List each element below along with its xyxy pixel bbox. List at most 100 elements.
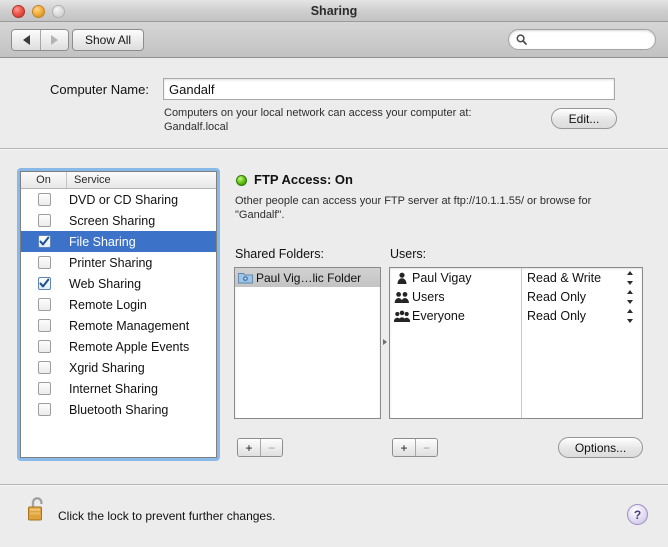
shared-folders-label: Shared Folders: (235, 247, 324, 261)
status-description: Other people can access your FTP server … (235, 194, 643, 222)
service-checkbox-cell (21, 235, 67, 248)
service-row[interactable]: File Sharing (21, 231, 216, 252)
search-field[interactable] (508, 29, 656, 50)
users-label: Users: (390, 247, 427, 261)
checkbox-checked-icon[interactable] (37, 277, 51, 290)
search-input[interactable] (531, 31, 643, 48)
service-list[interactable]: On Service DVD or CD Sharing Screen Shari… (20, 171, 217, 458)
service-checkbox-cell (21, 277, 67, 290)
service-checkbox-cell (21, 319, 67, 332)
service-label: Bluetooth Sharing (69, 402, 169, 417)
checkbox-unchecked-icon[interactable] (37, 340, 51, 353)
edit-button[interactable]: Edit... (551, 108, 617, 129)
service-label: Printer Sharing (69, 255, 153, 270)
permission-stepper-icon[interactable] (626, 309, 634, 323)
shared-folder-label: Paul Vig…lic Folder (256, 270, 362, 285)
user-row[interactable]: Paul Vigay Read & Write (390, 268, 642, 287)
search-icon (516, 34, 527, 45)
remove-shared-folder-button[interactable]: − (260, 439, 282, 456)
users-rows: Paul Vigay Read & Write Users Read Only Ever… (390, 268, 642, 325)
service-label: Remote Login (69, 297, 147, 312)
service-row[interactable]: Remote Apple Events (21, 336, 216, 357)
bottom-separator-highlight (0, 485, 668, 486)
single-user-icon (394, 271, 412, 285)
sharing-preference-window: Sharing Show All Computer Name: Gandalf … (0, 0, 668, 547)
top-separator-highlight (0, 149, 668, 150)
service-checkbox-cell (21, 256, 67, 269)
window-title: Sharing (310, 4, 358, 18)
navigation-buttons (11, 29, 69, 51)
window-titlebar: Sharing (0, 0, 668, 22)
status-title: FTP Access: On (254, 172, 353, 187)
service-checkbox-cell (21, 193, 67, 206)
service-row[interactable]: Bluetooth Sharing (21, 399, 216, 420)
status-description-line2: "Gandalf". (235, 209, 285, 221)
shared-folders-list[interactable]: Paul Vig…lic Folder (234, 267, 381, 419)
service-list-header: On Service (21, 172, 216, 189)
computer-name-field[interactable] (163, 78, 615, 100)
service-row[interactable]: Internet Sharing (21, 378, 216, 399)
splitter-handle-icon[interactable] (383, 339, 387, 345)
forward-arrow-icon (51, 35, 58, 45)
remove-user-button[interactable]: − (415, 439, 437, 456)
add-user-button[interactable]: + (393, 439, 415, 456)
column-header-on: On (21, 172, 67, 188)
checkbox-checked-icon[interactable] (37, 235, 51, 248)
checkbox-unchecked-icon[interactable] (37, 403, 51, 416)
lock-instruction-text: Click the lock to prevent further change… (58, 509, 276, 523)
help-button[interactable]: ? (627, 504, 648, 525)
checkbox-unchecked-icon[interactable] (37, 256, 51, 269)
toolbar: Show All (0, 22, 668, 58)
service-label: Internet Sharing (69, 381, 158, 396)
checkbox-unchecked-icon[interactable] (37, 319, 51, 332)
service-label: DVD or CD Sharing (69, 192, 179, 207)
checkbox-unchecked-icon[interactable] (37, 298, 51, 311)
service-row[interactable]: Remote Login (21, 294, 216, 315)
status-description-line1: Other people can access your FTP server … (235, 195, 592, 207)
service-rows: DVD or CD Sharing Screen Sharing File Shar… (21, 189, 216, 420)
back-button[interactable] (12, 30, 40, 50)
permission-stepper-icon[interactable] (626, 271, 634, 285)
permission-popup[interactable]: Read & Write (522, 271, 642, 285)
add-shared-folder-button[interactable]: + (238, 439, 260, 456)
service-checkbox-cell (21, 214, 67, 227)
service-checkbox-cell (21, 403, 67, 416)
checkbox-unchecked-icon[interactable] (37, 382, 51, 395)
user-row[interactable]: Everyone Read Only (390, 306, 642, 325)
user-name-cell: Everyone (390, 309, 522, 323)
computer-name-label: Computer Name: (50, 82, 149, 97)
shared-folder-row[interactable]: Paul Vig…lic Folder (235, 268, 380, 287)
everyone-users-icon (394, 309, 412, 323)
service-row[interactable]: DVD or CD Sharing (21, 189, 216, 210)
service-row[interactable]: Screen Sharing (21, 210, 216, 231)
checkbox-unchecked-icon[interactable] (37, 214, 51, 227)
computer-name-description-line2: Gandalf.local (164, 121, 229, 133)
service-checkbox-cell (21, 361, 67, 374)
service-label: Screen Sharing (69, 213, 156, 228)
options-button[interactable]: Options... (558, 437, 643, 458)
forward-button[interactable] (40, 30, 68, 50)
service-row[interactable]: Xgrid Sharing (21, 357, 216, 378)
computer-name-description-line1: Computers on your local network can acce… (164, 107, 472, 119)
computer-name-description: Computers on your local network can acce… (164, 106, 544, 134)
computer-name-input[interactable] (164, 79, 604, 99)
service-label: File Sharing (69, 234, 136, 249)
users-list[interactable]: Paul Vigay Read & Write Users Read Only Ever… (389, 267, 643, 419)
service-row[interactable]: Web Sharing (21, 273, 216, 294)
permission-stepper-icon[interactable] (626, 290, 634, 304)
column-header-service: Service (74, 174, 111, 186)
service-label: Xgrid Sharing (69, 360, 145, 375)
user-row[interactable]: Users Read Only (390, 287, 642, 306)
show-all-button[interactable]: Show All (72, 29, 145, 51)
checkbox-unchecked-icon[interactable] (37, 193, 51, 206)
status-indicator-icon (236, 175, 247, 186)
service-checkbox-cell (21, 298, 67, 311)
permission-popup[interactable]: Read Only (522, 309, 642, 323)
open-lock-icon[interactable] (27, 495, 51, 525)
service-row[interactable]: Printer Sharing (21, 252, 216, 273)
user-name-cell: Paul Vigay (390, 271, 522, 285)
user-name-label: Paul Vigay (412, 270, 472, 285)
checkbox-unchecked-icon[interactable] (37, 361, 51, 374)
permission-popup[interactable]: Read Only (522, 290, 642, 304)
service-row[interactable]: Remote Management (21, 315, 216, 336)
